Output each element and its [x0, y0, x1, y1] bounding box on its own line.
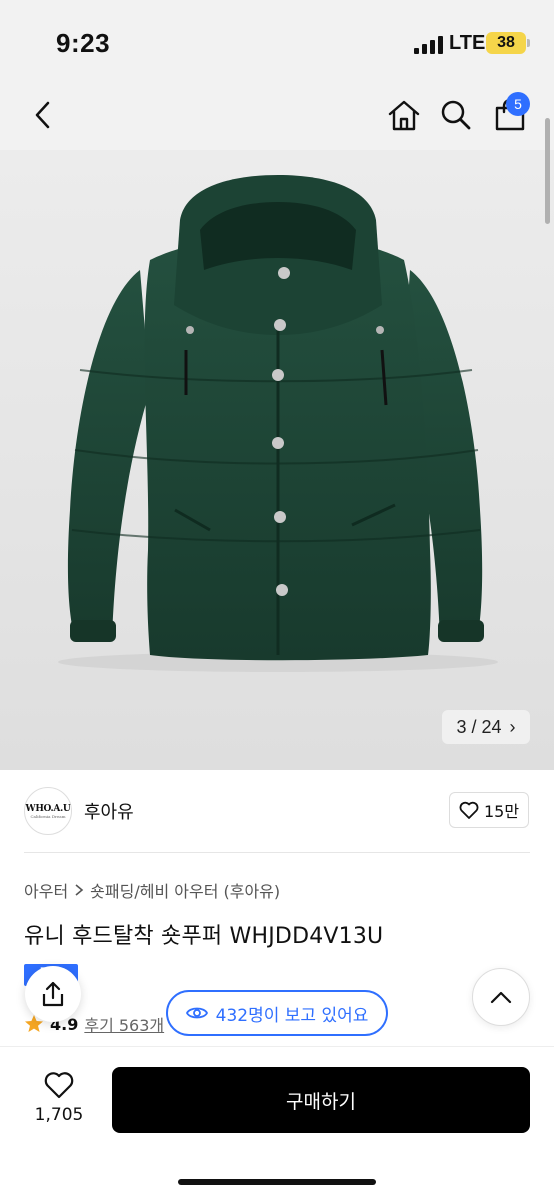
network-label: LTE: [449, 32, 486, 54]
chevron-up-icon: [490, 991, 512, 1004]
share-button[interactable]: [25, 966, 81, 1022]
image-counter-label: 3 / 24: [456, 716, 502, 737]
product-image[interactable]: [0, 150, 554, 770]
status-bar: 9:23 LTE 38: [0, 0, 554, 80]
home-icon: [388, 100, 420, 131]
brand-like-button[interactable]: 15만: [449, 792, 529, 828]
image-counter[interactable]: 3 / 24 ›: [442, 710, 530, 744]
top-nav: [0, 80, 554, 150]
breadcrumb-item[interactable]: 숏패딩/헤비 아우터 (후아유): [90, 878, 280, 902]
buy-button[interactable]: 구매하기: [112, 1067, 530, 1133]
brand-logo[interactable]: WHO.A.U California Dream: [24, 787, 72, 835]
chevron-right-icon: ›: [509, 716, 516, 737]
search-button[interactable]: [431, 80, 481, 150]
share-icon: [42, 981, 64, 1007]
scroll-top-button[interactable]: [472, 968, 530, 1026]
search-icon: [441, 100, 471, 130]
product-title: 유니 후드탈착 숏푸퍼 WHJDD4V13U: [24, 924, 384, 949]
divider: [24, 852, 530, 853]
heart-icon: [459, 801, 479, 819]
signal-icon: [414, 34, 444, 54]
bottom-bar: 1,705 구매하기: [0, 1046, 554, 1200]
home-indicator: [178, 1179, 376, 1185]
brand-name[interactable]: 후아유: [84, 798, 134, 824]
brand-like-count: 15만: [483, 802, 520, 821]
battery-tip: [527, 39, 530, 47]
wishlist-count: 1,705: [34, 1105, 84, 1125]
viewers-text: 432명이 보고 있어요: [215, 1005, 369, 1026]
chevron-right-icon: [75, 884, 84, 896]
heart-icon: [44, 1072, 74, 1099]
cart-count-badge: 5: [506, 92, 530, 116]
breadcrumb-item[interactable]: 아우터: [24, 878, 68, 902]
eye-icon: [185, 1007, 208, 1019]
battery-icon: 38: [486, 32, 526, 54]
cart-button[interactable]: [485, 80, 535, 150]
brand-logo-text: WHO.A.U: [25, 803, 71, 814]
brand-logo-subtext: California Dream: [30, 813, 66, 819]
brand-row: WHO.A.U California Dream 후아유 15만: [0, 770, 554, 852]
scroll-indicator[interactable]: [545, 118, 550, 224]
review-link[interactable]: 후기 563개: [84, 1012, 164, 1036]
home-button[interactable]: [379, 80, 429, 150]
back-icon: [35, 101, 50, 129]
back-button[interactable]: [18, 80, 68, 150]
wishlist-button[interactable]: 1,705: [24, 1071, 94, 1125]
breadcrumb: 아우터 숏패딩/헤비 아우터 (후아유): [24, 878, 280, 902]
status-time: 9:23: [56, 28, 111, 58]
viewers-pill: 432명이 보고 있어요: [166, 990, 388, 1036]
jacket-illustration: [58, 175, 498, 672]
